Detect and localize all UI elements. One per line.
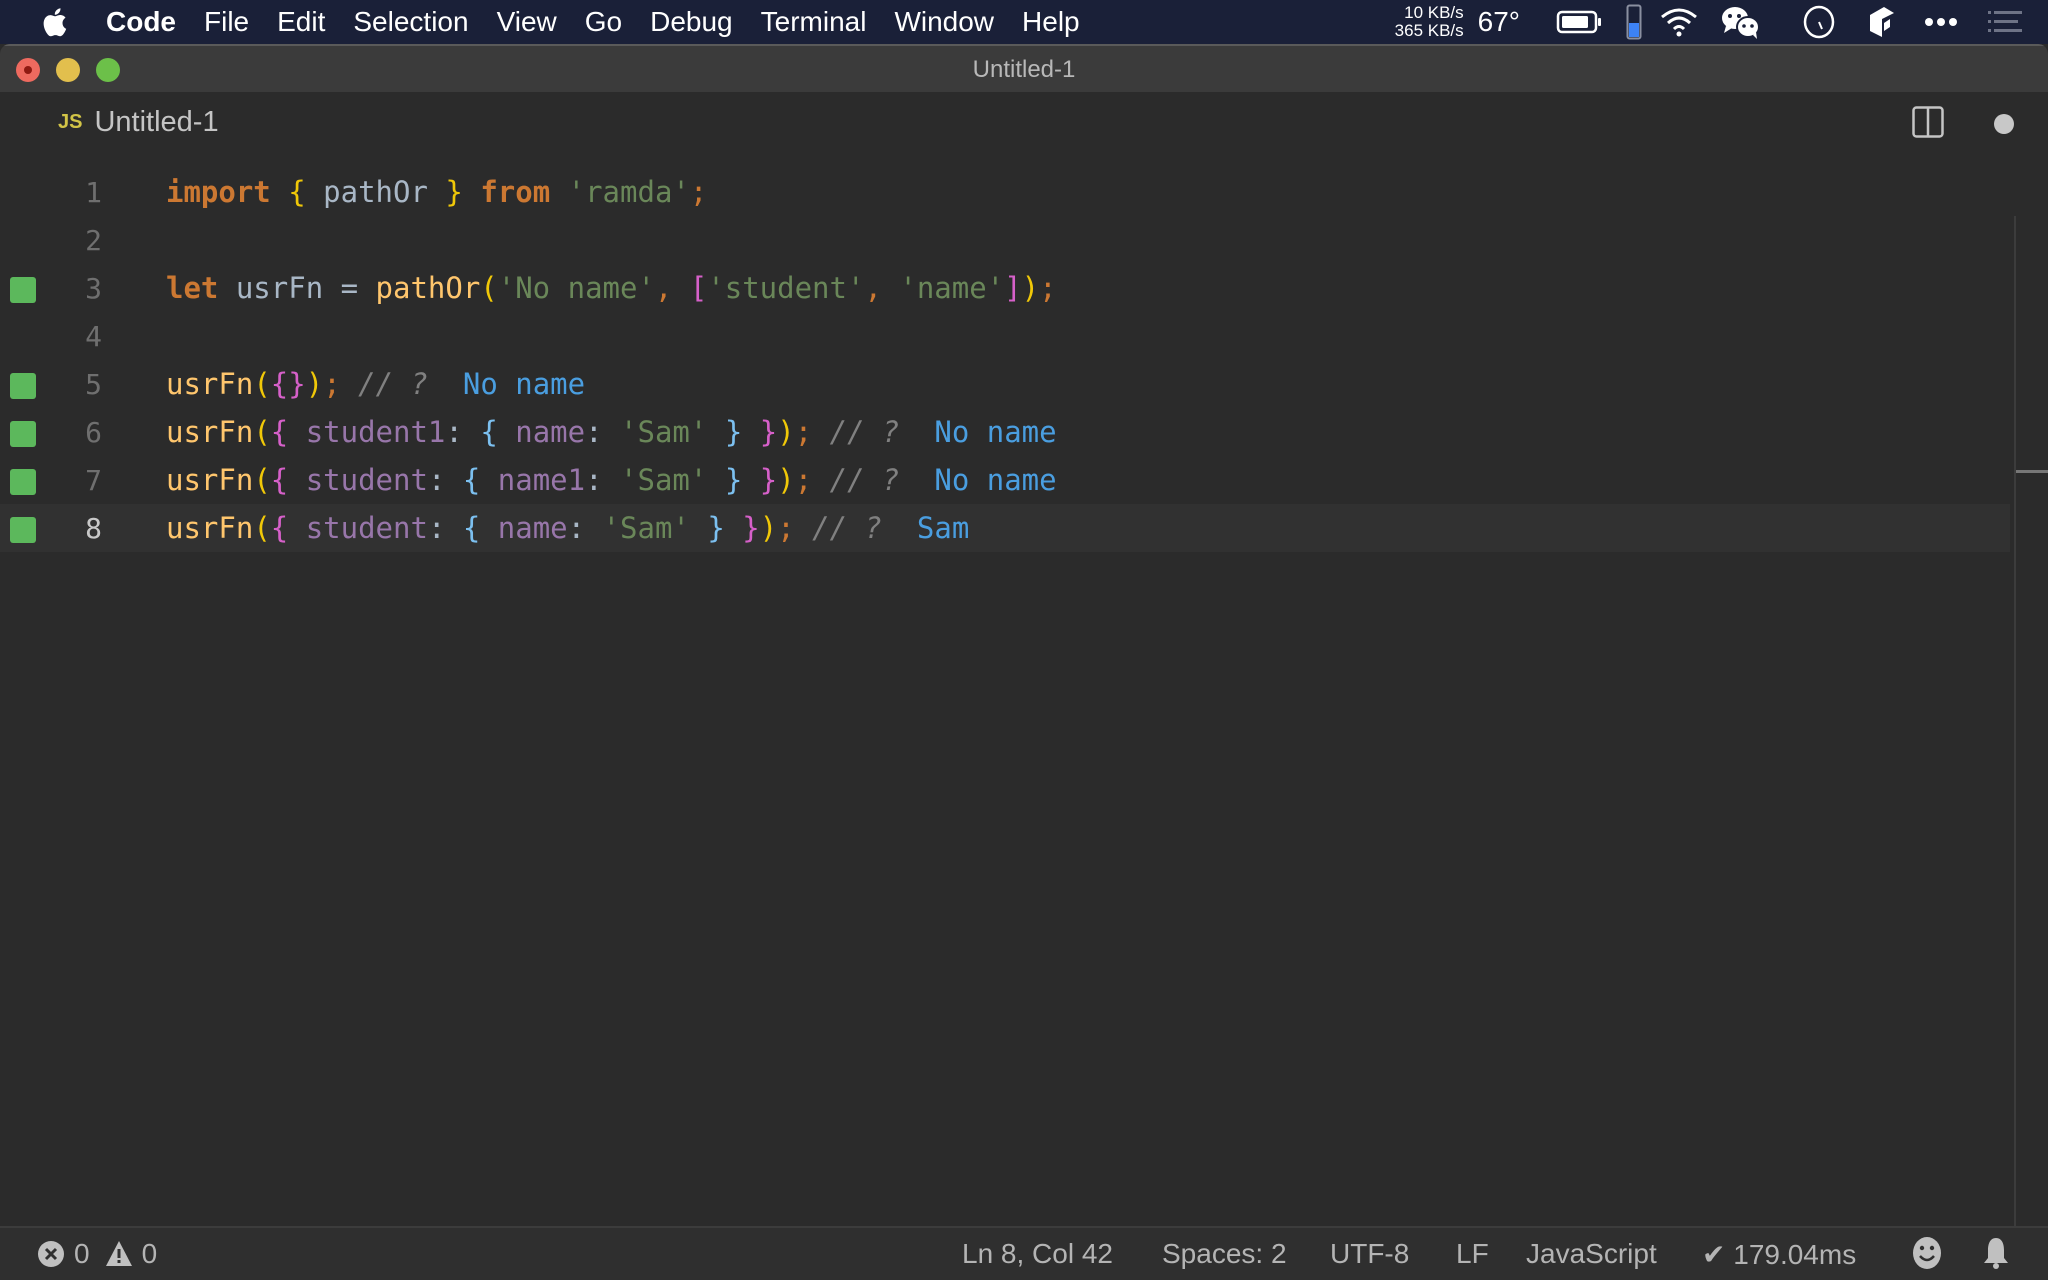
coverage-marker-icon: [10, 421, 36, 447]
line-content: usrFn({ student: { name1: 'Sam' } }); //…: [166, 463, 1057, 497]
menu-bar-tray: 10 KB/s 365 KB/s 67°: [1395, 0, 2048, 44]
menu-debug[interactable]: Debug: [650, 6, 733, 38]
editor-tab-bar: JS Untitled-1: [0, 92, 2048, 152]
overview-ruler-cursor: [2016, 470, 2048, 473]
file-encoding[interactable]: UTF-8: [1330, 1238, 1409, 1270]
end-of-line-sequence[interactable]: LF: [1456, 1238, 1489, 1270]
editor-tab[interactable]: JS Untitled-1: [58, 106, 219, 139]
battery-icon[interactable]: [1556, 9, 1604, 35]
code-line: 6 usrFn({ student1: { name: 'Sam' } }); …: [0, 408, 2010, 456]
split-editor-icon: [1912, 106, 1944, 138]
code-line: 7 usrFn({ student: { name1: 'Sam' } }); …: [0, 456, 2010, 504]
network-speed[interactable]: 10 KB/s 365 KB/s: [1395, 4, 1464, 40]
menu-file[interactable]: File: [204, 6, 249, 38]
line-number: 6: [85, 415, 102, 449]
macos-menu-bar: Code File Edit Selection View Go Debug T…: [0, 0, 2048, 44]
menu-help[interactable]: Help: [1022, 6, 1080, 38]
menu-terminal[interactable]: Terminal: [761, 6, 867, 38]
line-number: 4: [85, 319, 102, 353]
code-line: 3 let usrFn = pathOr('No name', ['studen…: [0, 264, 2010, 312]
menu-selection[interactable]: Selection: [353, 6, 468, 38]
line-number: 2: [85, 223, 102, 257]
error-count: 0: [74, 1238, 90, 1269]
quokka-result: No name: [934, 463, 1057, 497]
notifications-bell-icon[interactable]: [1982, 1236, 2010, 1270]
coverage-marker-icon: [10, 277, 36, 303]
app-icon[interactable]: [1868, 5, 1896, 39]
quokka-result: Sam: [916, 511, 970, 545]
editor-scrollbar[interactable]: [2014, 216, 2048, 1276]
coverage-marker-icon: [10, 517, 36, 543]
warning-count: 0: [141, 1238, 158, 1269]
window-titlebar[interactable]: Untitled-1: [0, 44, 2048, 92]
menu-window[interactable]: Window: [894, 6, 994, 38]
line-number: 7: [85, 463, 102, 497]
coverage-marker-icon: [10, 469, 36, 495]
line-content: import { pathOr } from 'ramda';: [166, 175, 708, 209]
line-content: usrFn({ student: { name: 'Sam' } }); // …: [166, 511, 970, 545]
menu-app-code[interactable]: Code: [106, 6, 176, 38]
line-number: 5: [85, 367, 102, 401]
problems-indicator[interactable]: 0 0: [36, 1238, 157, 1270]
split-editor-button[interactable]: [1912, 106, 1944, 138]
line-number: 8: [85, 511, 102, 545]
quokka-timing[interactable]: ✔ 179.04ms: [1702, 1238, 1856, 1271]
indentation-setting[interactable]: Spaces: 2: [1162, 1238, 1287, 1270]
menu-view[interactable]: View: [497, 6, 557, 38]
more-icon[interactable]: [1924, 17, 1958, 27]
error-icon: [38, 1241, 64, 1267]
line-number: 3: [85, 271, 102, 305]
line-content: let usrFn = pathOr('No name', ['student'…: [166, 271, 1057, 305]
cursor-position[interactable]: Ln 8, Col 42: [962, 1238, 1113, 1270]
warning-icon: [105, 1241, 132, 1266]
coverage-marker-icon: [10, 373, 36, 399]
line-number: 1: [85, 175, 102, 209]
wifi-icon[interactable]: [1660, 7, 1698, 37]
vscode-window: Untitled-1 JS Untitled-1 1 import { path…: [0, 44, 2048, 1280]
language-mode[interactable]: JavaScript: [1526, 1238, 1657, 1270]
code-line: 2: [0, 216, 2010, 264]
menu-go[interactable]: Go: [585, 6, 622, 38]
notification-center-icon[interactable]: [1988, 10, 2022, 34]
clock-icon[interactable]: [1802, 5, 1836, 39]
unsaved-changes-dot-icon[interactable]: [1994, 114, 2014, 134]
code-line: 5 usrFn({}); // ? No name: [0, 360, 2010, 408]
code-editor[interactable]: 1 import { pathOr } from 'ramda'; 2 3 le…: [0, 152, 2048, 1276]
javascript-file-icon: JS: [58, 111, 83, 133]
code-line: 4: [0, 312, 2010, 360]
feedback-smiley-icon[interactable]: [1912, 1236, 1942, 1270]
apple-menu-icon[interactable]: [40, 5, 68, 39]
wechat-icon[interactable]: [1720, 5, 1760, 39]
network-upload-speed: 10 KB/s: [1404, 3, 1464, 22]
code-line-current: 8 usrFn({ student: { name: 'Sam' } }); /…: [0, 504, 2010, 552]
code-line: 1 import { pathOr } from 'ramda';: [0, 168, 2010, 216]
tab-label: Untitled-1: [94, 106, 219, 138]
quokka-result: No name: [462, 367, 586, 401]
window-title: Untitled-1: [972, 56, 1076, 83]
battery-level-icon[interactable]: [1626, 4, 1642, 40]
line-content: usrFn({}); // ? No name: [166, 367, 586, 401]
temperature-readout[interactable]: 67°: [1478, 6, 1520, 38]
status-bar: 0 0 Ln 8, Col 42 Spaces: 2 UTF-8 LF Java…: [0, 1226, 2048, 1280]
network-download-speed: 365 KB/s: [1394, 21, 1464, 40]
quokka-result: No name: [934, 415, 1057, 449]
line-content: usrFn({ student1: { name: 'Sam' } }); //…: [166, 415, 1057, 449]
menu-edit[interactable]: Edit: [277, 6, 325, 38]
